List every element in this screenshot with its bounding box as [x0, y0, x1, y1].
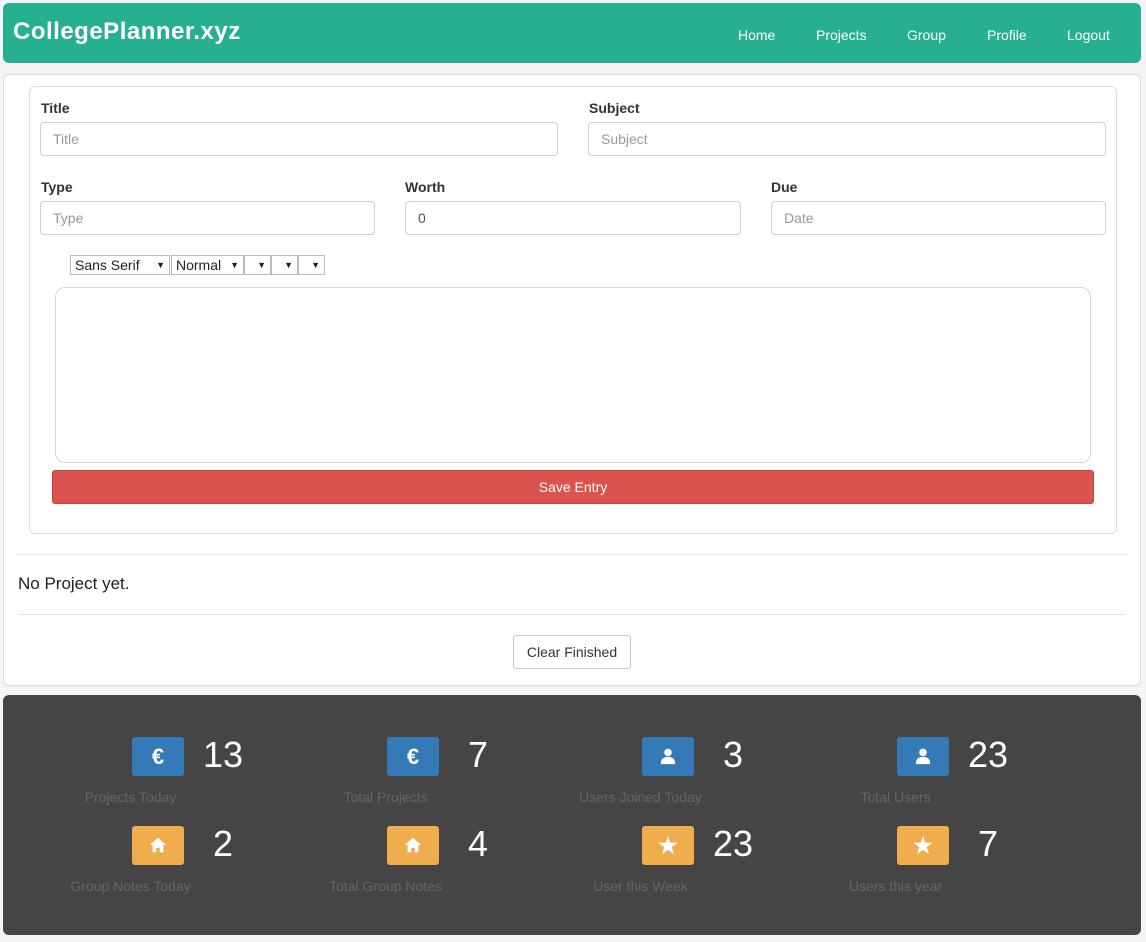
chevron-down-icon: ▼ — [311, 260, 320, 270]
chevron-down-icon: ▼ — [156, 260, 165, 270]
font-family-value: Sans Serif — [75, 257, 140, 273]
divider — [18, 554, 1126, 555]
text-color-select[interactable]: ▼ — [244, 255, 271, 275]
title-input[interactable]: Title — [40, 122, 558, 156]
stat-value: 23 — [712, 823, 754, 864]
chevron-down-icon: ▼ — [284, 260, 293, 270]
font-family-select[interactable]: Sans Serif ▼ — [70, 255, 170, 275]
stat-total-users: 23 Total Users — [768, 734, 1023, 817]
stat-value: 13 — [202, 734, 244, 775]
title-label: Title — [41, 100, 70, 116]
star-icon: ★ — [642, 826, 694, 865]
stat-label: Projects Today — [84, 789, 177, 805]
empty-projects-message: No Project yet. — [18, 574, 130, 593]
nav-logout[interactable]: Logout — [1067, 27, 1110, 43]
stat-value: 7 — [467, 734, 489, 775]
type-input[interactable]: Type — [40, 201, 375, 235]
navbar: CollegePlanner.xyz Home Projects Group P… — [3, 3, 1141, 63]
subject-label: Subject — [589, 100, 640, 116]
stat-label: Total Projects — [343, 789, 428, 805]
align-select[interactable]: ▼ — [298, 255, 325, 275]
stat-value: 23 — [967, 734, 1009, 775]
nav-home[interactable]: Home — [738, 27, 775, 43]
user-icon — [642, 737, 694, 776]
worth-input[interactable]: 0 — [405, 201, 741, 235]
rich-text-editor[interactable] — [55, 287, 1091, 463]
main-panel: Title Title Subject Subject Type Type Wo… — [3, 74, 1141, 686]
stat-total-group-notes: 4 Total Group Notes — [258, 823, 513, 906]
nav-group[interactable]: Group — [907, 27, 946, 43]
stat-user-this-week: ★ 23 User this Week — [513, 823, 768, 906]
euro-icon: € — [132, 737, 184, 776]
stat-label: Group Notes Today — [70, 878, 191, 894]
font-size-select[interactable]: Normal ▼ — [171, 255, 244, 275]
stat-users-joined-today: 3 Users Joined Today — [513, 734, 768, 817]
divider — [18, 614, 1126, 615]
stat-group-notes-today: 2 Group Notes Today — [3, 823, 258, 906]
user-icon — [897, 737, 949, 776]
chevron-down-icon: ▼ — [257, 260, 266, 270]
stat-label: Total Users — [860, 789, 931, 805]
stat-label: Total Group Notes — [329, 878, 442, 894]
stat-users-this-year: ★ 7 Users this year — [768, 823, 1023, 906]
worth-label: Worth — [405, 179, 446, 195]
star-icon: ★ — [897, 826, 949, 865]
due-date-input[interactable]: Date — [771, 201, 1106, 235]
nav-projects[interactable]: Projects — [816, 27, 867, 43]
chevron-down-icon: ▼ — [230, 260, 239, 270]
save-entry-button[interactable]: Save Entry — [52, 470, 1094, 504]
due-label: Due — [771, 179, 798, 195]
stat-label: Users Joined Today — [579, 789, 702, 805]
background-color-select[interactable]: ▼ — [271, 255, 298, 275]
nav-profile[interactable]: Profile — [987, 27, 1027, 43]
entry-form: Title Title Subject Subject Type Type Wo… — [29, 86, 1117, 534]
clear-finished-button[interactable]: Clear Finished — [513, 635, 631, 669]
stat-value: 3 — [722, 734, 744, 775]
stat-label: Users this year — [848, 878, 943, 894]
brand-title[interactable]: CollegePlanner.xyz — [13, 18, 241, 46]
subject-input[interactable]: Subject — [588, 122, 1106, 156]
home-icon — [132, 826, 184, 865]
stat-label: User this Week — [593, 878, 688, 894]
stats-panel: € 13 Projects Today € 7 Total Projects 3… — [3, 695, 1141, 935]
stat-value: 2 — [212, 823, 234, 864]
font-size-value: Normal — [176, 257, 222, 273]
euro-icon: € — [387, 737, 439, 776]
stat-value: 7 — [977, 823, 999, 864]
home-icon — [387, 826, 439, 865]
stat-projects-today: € 13 Projects Today — [3, 734, 258, 817]
stat-total-projects: € 7 Total Projects — [258, 734, 513, 817]
stat-value: 4 — [467, 823, 489, 864]
type-label: Type — [41, 179, 73, 195]
